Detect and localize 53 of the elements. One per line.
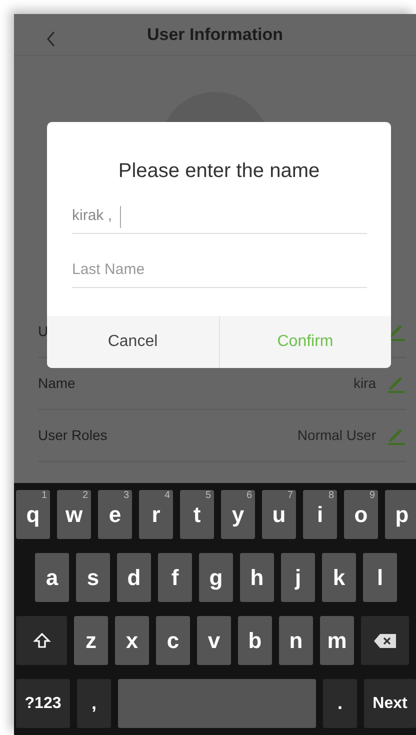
keyboard-key[interactable]: t 5 [180, 490, 214, 539]
keyboard-key[interactable]: . [323, 679, 357, 728]
keyboard-key[interactable]: a [35, 553, 69, 602]
keyboard-key[interactable]: i 8 [303, 490, 337, 539]
keyboard-key[interactable]: s [76, 553, 110, 602]
key-hint: 8 [328, 490, 334, 502]
keyboard-key[interactable]: Next [364, 679, 416, 728]
keyboard-key[interactable]: k [322, 553, 356, 602]
keyboard-key[interactable]: , [77, 679, 111, 728]
keyboard-key[interactable]: p [385, 490, 416, 539]
keyboard-key[interactable]: j [281, 553, 315, 602]
keyboard-key[interactable]: w 2 [57, 490, 91, 539]
key-hint: 5 [205, 490, 211, 502]
keyboard-key[interactable]: n [279, 616, 313, 665]
keyboard-key[interactable]: z [74, 616, 108, 665]
row-label: User Roles [38, 426, 108, 445]
key-hint: 2 [82, 490, 88, 502]
keyboard-key[interactable]: f [158, 553, 192, 602]
keyboard-key[interactable]: q 1 [16, 490, 50, 539]
shift-key[interactable] [16, 616, 67, 665]
keyboard-key[interactable]: y 6 [221, 490, 255, 539]
keyboard-key[interactable]: m [320, 616, 354, 665]
key-hint: 9 [369, 490, 375, 502]
key-hint: 1 [41, 490, 47, 502]
shift-icon [32, 632, 50, 650]
key-hint: 4 [164, 490, 170, 502]
keyboard-key[interactable]: l [363, 553, 397, 602]
keyboard-key[interactable]: v [197, 616, 231, 665]
keyboard-key[interactable]: h [240, 553, 274, 602]
keyboard-key[interactable]: c [156, 616, 190, 665]
key-hint: 7 [287, 490, 293, 502]
key-hint: 3 [123, 490, 129, 502]
keyboard-key[interactable]: ?123 [16, 679, 70, 728]
input-field[interactable]: kirak , [72, 200, 367, 234]
row-value: Normal User [297, 426, 376, 445]
keyboard-key[interactable]: x [115, 616, 149, 665]
keyboard-key[interactable]: u 7 [262, 490, 296, 539]
header-title: User Information [146, 24, 284, 46]
row-value: kira [353, 374, 376, 393]
keyboard-key[interactable]: d [117, 553, 151, 602]
back-icon[interactable] [46, 30, 56, 47]
row-label: Name [38, 374, 76, 393]
keyboard-key[interactable]: g [199, 553, 233, 602]
row-label: U [38, 322, 48, 341]
key-hint: 6 [246, 490, 252, 502]
keyboard-key[interactable]: r 4 [139, 490, 173, 539]
keyboard-key[interactable]: e 3 [98, 490, 132, 539]
backspace-icon [374, 634, 396, 648]
backspace-key[interactable] [361, 616, 409, 665]
keyboard-key[interactable]: o 9 [344, 490, 378, 539]
keyboard-key[interactable]: b [238, 616, 272, 665]
dialog-title: Please enter the name [117, 159, 321, 184]
cancel-button[interactable]: Cancel [47, 316, 218, 368]
